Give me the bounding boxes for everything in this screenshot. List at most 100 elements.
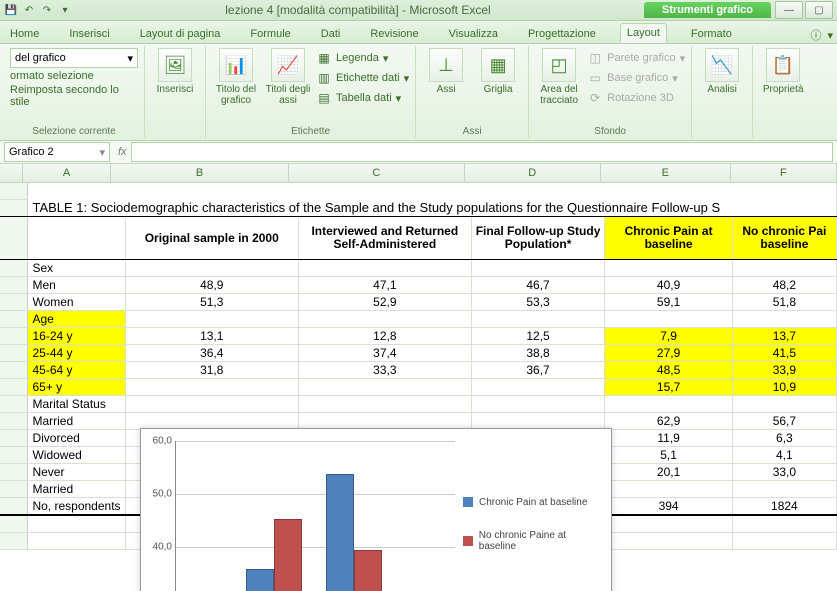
y-tick-50: 50,0 — [146, 488, 172, 499]
tab-layout-pagina[interactable]: Layout di pagina — [134, 25, 227, 43]
rotation-3d-button: ⟳Rotazione 3D — [587, 88, 685, 108]
maximize-button[interactable]: ▢ — [805, 1, 833, 19]
group-sfondo: ◰ Area del tracciato ◫Parete grafico ▾ ▭… — [529, 46, 692, 138]
plot-area-button[interactable]: ◰ Area del tracciato — [535, 48, 583, 106]
tab-visualizza[interactable]: Visualizza — [443, 25, 504, 43]
lbl-sex: Sex — [28, 260, 125, 277]
y-tick-40: 40,0 — [146, 541, 172, 552]
col-C[interactable]: C — [289, 164, 465, 182]
tab-formato[interactable]: Formato — [685, 25, 738, 43]
analysis-button[interactable]: 📉 Analisi — [698, 48, 746, 95]
tab-home[interactable]: Home — [4, 25, 45, 43]
col-A[interactable]: A — [23, 164, 111, 182]
axis-titles-icon: 📈 — [271, 48, 305, 82]
group-label-selezione: Selezione corrente — [32, 126, 115, 137]
col-D[interactable]: D — [465, 164, 601, 182]
ribbon-tabs: Home Inserisci Layout di pagina Formule … — [0, 21, 837, 44]
redo-icon[interactable]: ↷ — [40, 3, 54, 17]
fx-label[interactable]: fx — [118, 146, 127, 158]
group-assi: ⊥ Assi ▦ Griglia Assi — [416, 46, 529, 138]
properties-icon: 📋 — [766, 48, 800, 82]
legend-item-2[interactable]: No chronic Paine at baseline — [463, 530, 603, 552]
data-labels-icon: ▥ — [316, 70, 332, 86]
lbl-age: Age — [28, 311, 125, 328]
group-label-etichette: Etichette — [291, 126, 330, 137]
format-selection[interactable]: ormato selezione — [10, 70, 138, 82]
tab-progettazione[interactable]: Progettazione — [522, 25, 602, 43]
hdr-f: No chronic Pai baseline — [732, 217, 836, 260]
plot-area-icon: ◰ — [542, 48, 576, 82]
chart-floor-button: ▭Base grafico ▾ — [587, 68, 685, 88]
chart-legend[interactable]: Chronic Pain at baseline No chronic Pain… — [463, 429, 611, 591]
insert-picture-icon: 🖼 — [158, 48, 192, 82]
data-table-icon: ▤ — [316, 90, 332, 106]
tab-formule[interactable]: Formule — [244, 25, 296, 43]
data-table-button[interactable]: ▤Tabella dati ▾ — [316, 88, 409, 108]
chart-title-button[interactable]: 📊 Titolo del grafico — [212, 48, 260, 106]
bar-s1-c1[interactable] — [246, 569, 274, 591]
analysis-icon: 📉 — [705, 48, 739, 82]
minimize-ribbon-icon[interactable]: ▾ — [827, 29, 833, 42]
legend-swatch-red — [463, 536, 473, 546]
tab-dati[interactable]: Dati — [315, 25, 347, 43]
lbl-noresp: No, respondents — [28, 498, 125, 516]
formula-bar-row: Grafico 2▾ fx — [0, 141, 837, 164]
bar-s2-c1[interactable] — [274, 519, 302, 591]
reset-to-style[interactable]: Reimposta secondo lo stile — [10, 84, 138, 108]
legend-icon: ▦ — [316, 50, 332, 66]
col-B[interactable]: B — [111, 164, 289, 182]
col-F[interactable]: F — [731, 164, 837, 182]
axis-titles-button[interactable]: 📈 Titoli degli assi — [264, 48, 312, 106]
bar-s1-c2[interactable] — [326, 474, 354, 591]
properties-button[interactable]: 📋 Proprietà — [759, 48, 807, 95]
group-analisi: 📉 Analisi — [692, 46, 753, 138]
chart-title-icon: 📊 — [219, 48, 253, 82]
name-box[interactable]: Grafico 2▾ — [4, 142, 110, 162]
worksheet-grid[interactable]: TABLE 1: Sociodemographic characteristic… — [0, 183, 837, 591]
y-tick-60: 60,0 — [146, 436, 172, 447]
insert-button[interactable]: 🖼 Inserisci — [151, 48, 199, 95]
chart-wall-icon: ◫ — [587, 50, 603, 66]
bar-s2-c2[interactable] — [354, 550, 382, 591]
help-icon[interactable]: ⓘ — [810, 27, 821, 43]
table-title: TABLE 1: Sociodemographic characteristic… — [28, 200, 837, 217]
legend-swatch-blue — [463, 497, 473, 507]
rotation-3d-icon: ⟳ — [587, 90, 603, 106]
chart-wall-button: ◫Parete grafico ▾ — [587, 48, 685, 68]
save-icon[interactable]: 💾 — [4, 3, 18, 17]
column-headers: A B C D E F — [0, 164, 837, 183]
gridlines-button[interactable]: ▦ Griglia — [474, 48, 522, 95]
contextual-tab-title: Strumenti grafico — [644, 2, 771, 18]
select-all-corner[interactable] — [0, 164, 23, 182]
legend-item-1[interactable]: Chronic Pain at baseline — [463, 497, 603, 508]
ribbon: del grafico▾ ormato selezione Reimposta … — [0, 44, 837, 141]
axes-icon: ⊥ — [429, 48, 463, 82]
undo-icon[interactable]: ↶ — [22, 3, 36, 17]
title-bar: 💾 ↶ ↷ ▾ lezione 4 [modalità compatibilit… — [0, 0, 837, 21]
tab-revisione[interactable]: Revisione — [364, 25, 424, 43]
group-selezione: del grafico▾ ormato selezione Reimposta … — [4, 46, 145, 138]
tab-inserisci[interactable]: Inserisci — [63, 25, 115, 43]
qat-dropdown-icon[interactable]: ▾ — [58, 3, 72, 17]
chart-floor-icon: ▭ — [587, 70, 603, 86]
data-labels-button[interactable]: ▥Etichette dati ▾ — [316, 68, 409, 88]
axes-button[interactable]: ⊥ Assi — [422, 48, 470, 95]
formula-bar[interactable] — [131, 142, 833, 162]
group-label-sfondo: Sfondo — [594, 126, 626, 137]
window-title: lezione 4 [modalità compatibilità] - Mic… — [76, 3, 640, 17]
tab-layout[interactable]: Layout — [620, 23, 667, 43]
hdr-d: Final Follow-up Study Population* — [471, 217, 605, 260]
minimize-button[interactable]: — — [775, 1, 803, 19]
chart-plot-area[interactable]: 60,0 50,0 40,0 30,0 — [175, 441, 455, 591]
chart-element-dropdown[interactable]: del grafico▾ — [10, 48, 138, 68]
lbl-marital: Marital Status — [28, 396, 125, 413]
group-inserisci: 🖼 Inserisci — [145, 46, 206, 138]
embedded-chart[interactable]: 60,0 50,0 40,0 30,0 Chronic Pain at base… — [140, 428, 612, 591]
gridlines-icon: ▦ — [481, 48, 515, 82]
hdr-e: Chronic Pain at baseline — [605, 217, 732, 260]
group-proprieta: 📋 Proprietà — [753, 46, 813, 138]
hdr-b: Original sample in 2000 — [125, 217, 298, 260]
hdr-c: Interviewed and Returned Self-Administer… — [298, 217, 471, 260]
col-E[interactable]: E — [601, 164, 731, 182]
legend-button[interactable]: ▦Legenda ▾ — [316, 48, 409, 68]
